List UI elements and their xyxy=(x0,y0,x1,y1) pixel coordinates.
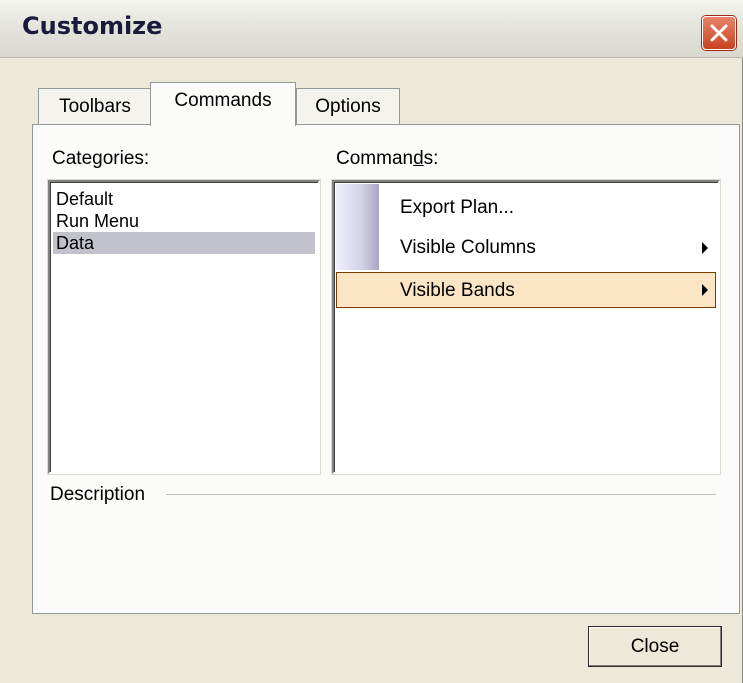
tab-options-label: Options xyxy=(315,96,381,117)
description-label: Description xyxy=(50,484,146,505)
categories-label-suffix: ories: xyxy=(102,148,150,169)
submenu-arrow-icon xyxy=(702,284,708,296)
list-item[interactable]: Default xyxy=(53,188,315,210)
tab-commands-label: Commands xyxy=(174,90,272,111)
command-export-plan[interactable]: Export Plan... xyxy=(336,190,716,226)
close-button-label: Close xyxy=(630,636,680,657)
command-visible-columns[interactable]: Visible Columns xyxy=(336,230,716,266)
tab-options[interactable]: Options xyxy=(296,88,400,126)
description-divider xyxy=(166,494,716,495)
command-label: Visible Columns xyxy=(400,237,536,258)
dialog-title: Customize xyxy=(22,12,163,40)
close-x-glyph xyxy=(710,24,728,42)
categories-label-mnemonic: g xyxy=(92,148,103,169)
close-button[interactable]: Close xyxy=(588,626,722,667)
commands-label: Commands: xyxy=(336,148,438,170)
category-run-menu: Run Menu xyxy=(56,211,140,231)
commands-label-prefix: Comman xyxy=(336,148,414,169)
command-visible-bands[interactable]: Visible Bands xyxy=(336,272,716,308)
commands-list[interactable]: Export Plan... Visible Columns Visible B… xyxy=(332,180,720,474)
commands-label-suffix: s: xyxy=(423,148,439,169)
categories-list[interactable]: Default Run Menu Data xyxy=(48,180,320,474)
title-bar[interactable]: Customize xyxy=(0,0,743,58)
tab-commands[interactable]: Commands xyxy=(150,82,296,126)
list-item[interactable]: Run Menu xyxy=(53,210,315,232)
categories-label-prefix: Cate xyxy=(52,148,93,169)
tab-toolbars[interactable]: Toolbars xyxy=(38,88,152,126)
category-data: Data xyxy=(56,233,95,253)
command-label: Export Plan... xyxy=(400,197,515,218)
commands-label-mnemonic: d xyxy=(413,148,424,169)
list-item-selected[interactable]: Data xyxy=(53,232,315,254)
category-default: Default xyxy=(56,189,114,209)
customize-dialog: Customize Toolbars Commands Options Cate… xyxy=(0,0,743,683)
tab-toolbars-label: Toolbars xyxy=(59,96,131,117)
close-x-icon[interactable] xyxy=(702,16,736,50)
submenu-arrow-icon xyxy=(702,242,708,254)
command-label: Visible Bands xyxy=(400,280,515,301)
categories-label: Categories: xyxy=(52,148,149,170)
